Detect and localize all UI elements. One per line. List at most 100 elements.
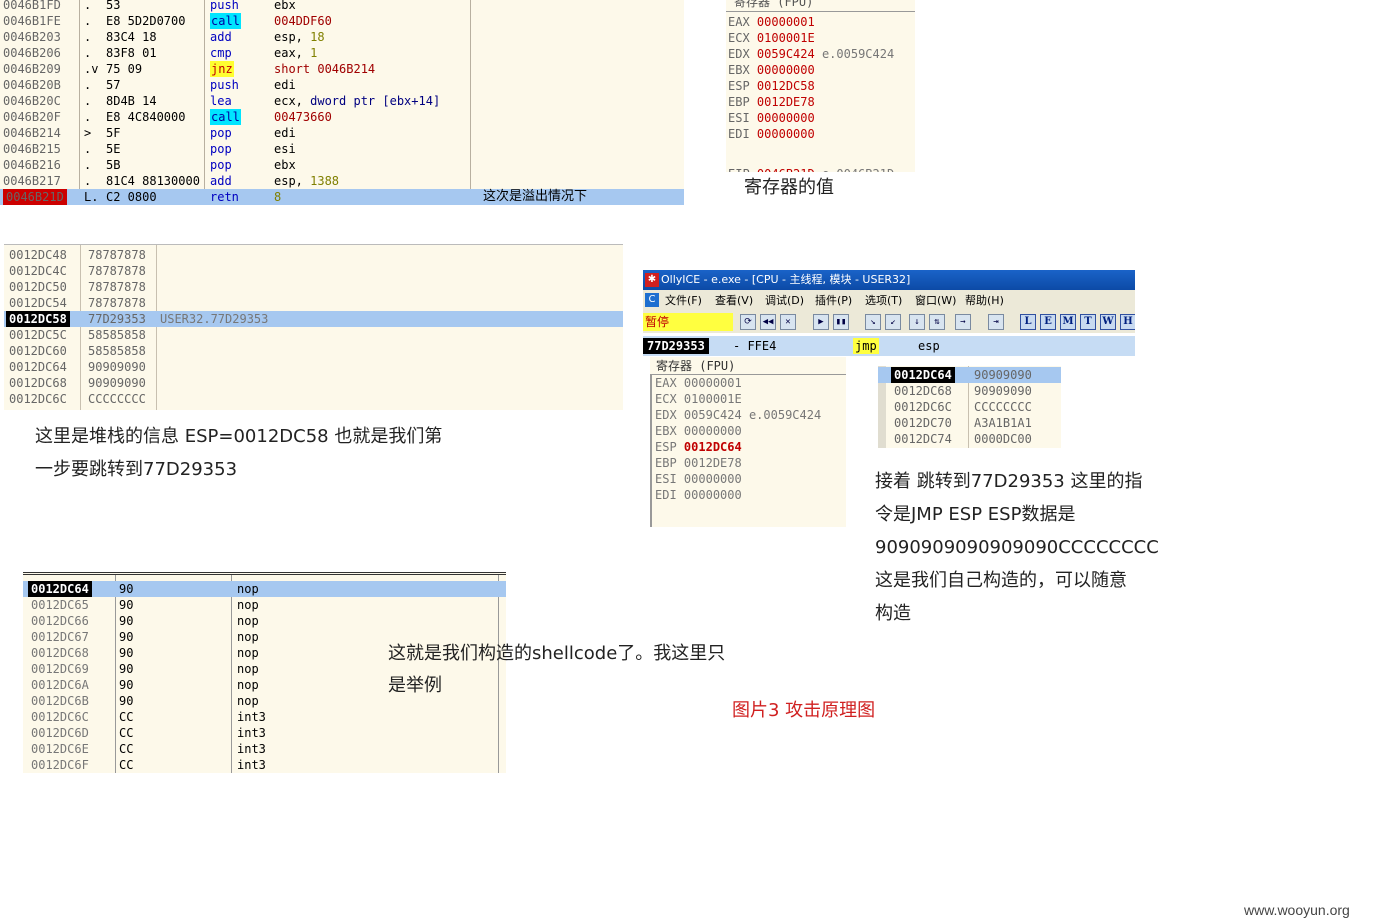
disasm-row[interactable]: 0046B209 .v 75 09 jnz short 0046B214 <box>0 61 684 77</box>
register-row-ecx[interactable]: ECX 0100001E <box>728 30 815 46</box>
fpu-row-ebp[interactable]: EBP 0012DE78 <box>655 455 742 471</box>
stack-value: 0000DC00 <box>974 432 1032 446</box>
step-over-icon[interactable]: ↙ <box>885 314 901 330</box>
mini-stack-row[interactable]: 0012DC64 90909090 <box>878 367 1061 383</box>
register-value: 0059C424 <box>683 408 742 422</box>
shellcode-row[interactable]: 0012DC65 90 nop <box>23 597 506 613</box>
pause-icon[interactable]: ▮▮ <box>833 314 849 330</box>
disasm-mnemonic: pop <box>210 158 232 172</box>
close-icon[interactable]: ✕ <box>780 314 796 330</box>
shellcode-row[interactable]: 0012DC6C CC int3 <box>23 709 506 725</box>
register-row-ebp[interactable]: EBP 0012DE78 <box>728 94 815 110</box>
mini-stack-panel: 0012DC64 90909090 0012DC68 90909090 0012DC6C… <box>878 366 1061 448</box>
stack-row[interactable]: 0012DC4C 78787878 <box>4 263 623 279</box>
menu-item-2[interactable]: 调试(D) <box>765 290 804 311</box>
register-row-edi[interactable]: EDI 00000000 <box>728 126 815 142</box>
disasm-row[interactable]: 0046B1FE. E8 5D2D0700 call 004DDF60 <box>0 13 684 29</box>
mini-stack-row[interactable]: 0012DC70 A3A1B1A1 <box>878 415 1061 431</box>
shellcode-row[interactable]: 0012DC6E CC int3 <box>23 741 506 757</box>
window-button-e[interactable]: E <box>1040 314 1056 330</box>
window-button-h[interactable]: H <box>1120 314 1135 330</box>
menu-item-3[interactable]: 插件(P) <box>815 290 852 311</box>
menu-item-0[interactable]: 文件(F) <box>665 290 702 311</box>
shell-hex: CC <box>119 710 134 724</box>
stack-row[interactable]: 0012DC50 78787878 <box>4 279 623 295</box>
fpu-row-esp[interactable]: ESP 0012DC64 <box>655 439 742 455</box>
register-row-edx[interactable]: EDX 0059C424 e.0059C424 <box>728 46 894 62</box>
fpu-row-edi[interactable]: EDI 00000000 <box>655 487 742 503</box>
menu-item-6[interactable]: 帮助(H) <box>965 290 1004 311</box>
shell-hex: CC <box>119 758 134 772</box>
register-name: ESI <box>728 111 750 125</box>
register-row-ebx[interactable]: EBX 00000000 <box>728 62 815 78</box>
stack-row[interactable]: 0012DC64 90909090 <box>4 359 623 375</box>
register-row-eax[interactable]: EAX 00000001 <box>728 14 815 30</box>
shellcode-row[interactable]: 0012DC6F CC int3 <box>23 757 506 773</box>
mini-stack-row[interactable]: 0012DC68 90909090 <box>878 383 1061 399</box>
stack-row[interactable]: 0012DC60 58585858 <box>4 343 623 359</box>
disasm-row[interactable]: 0046B20B. 57 push edi <box>0 77 684 93</box>
register-row-esp[interactable]: ESP 0012DC58 <box>728 78 815 94</box>
fpu-header: 寄存器 (FPU) <box>650 357 846 375</box>
run-icon[interactable]: ▶ <box>813 314 829 330</box>
stack-row[interactable]: 0012DC68 90909090 <box>4 375 623 391</box>
trace-into-icon[interactable]: ↓ <box>909 314 925 330</box>
disasm-row[interactable]: 0046B20F. E8 4C840000 call 00473660 <box>0 109 684 125</box>
shellcode-row[interactable]: 0012DC64 90 nop <box>23 581 506 597</box>
fpu-row-edx[interactable]: EDX 0059C424 e.0059C424 <box>655 407 821 423</box>
disasm-row[interactable]: 0046B214 >5F pop edi <box>0 125 684 141</box>
step-into-icon[interactable]: ↘ <box>865 314 881 330</box>
mini-stack-row[interactable]: 0012DC6C CCCCCCCC <box>878 399 1061 415</box>
cpu-current-line[interactable]: 77D29353 - FFE4 jmp esp <box>643 336 1135 356</box>
window-button-m[interactable]: M <box>1060 314 1076 330</box>
disasm-operand: ebx <box>274 157 296 173</box>
shell-hex: CC <box>119 726 134 740</box>
fpu-row-esi[interactable]: ESI 00000000 <box>655 471 742 487</box>
stack-row[interactable]: 0012DC48 78787878 <box>4 247 623 263</box>
rewind-icon[interactable]: ◀◀ <box>760 314 776 330</box>
disasm-row[interactable]: 0046B216. 5B pop ebx <box>0 157 684 173</box>
disasm-row[interactable]: 0046B203. 83C4 18 add esp, 18 <box>0 29 684 45</box>
mini-stack-row[interactable]: 0012DC74 0000DC00 <box>878 431 1061 447</box>
disasm-row[interactable]: 0046B217. 81C4 88130000 add esp, 1388 <box>0 173 684 189</box>
menu-item-1[interactable]: 查看(V) <box>715 290 753 311</box>
disasm-row[interactable]: 0046B1FD. 53 push ebx <box>0 0 684 13</box>
stack-value: 90909090 <box>88 360 146 374</box>
stack-row[interactable]: 0012DC58 77D29353 USER32.77D29353 <box>4 311 623 327</box>
register-value: 00000001 <box>683 376 742 390</box>
menu-item-4[interactable]: 选项(T) <box>865 290 902 311</box>
disasm-row[interactable]: 0046B206. 83F8 01 cmp eax, 1 <box>0 45 684 61</box>
menu-bar: C 文件(F) 查看(V) 调试(D) 插件(P) 选项(T) 窗口(W) 帮助(H) <box>643 290 1135 311</box>
register-name: ESP <box>655 440 677 454</box>
menu-item-5[interactable]: 窗口(W) <box>915 290 956 311</box>
fpu-row-ecx[interactable]: ECX 0100001E <box>655 391 742 407</box>
trace-over-icon[interactable]: ⇅ <box>929 314 945 330</box>
restart-icon[interactable]: ⟳ <box>740 314 756 330</box>
stack-row[interactable]: 0012DC6C CCCCCCCC <box>4 391 623 407</box>
register-name: EAX <box>728 15 750 29</box>
disasm-row[interactable]: 0046B20C. 8D4B 14 lea ecx, dword ptr [ebx+1… <box>0 93 684 109</box>
shellcode-row[interactable]: 0012DC66 90 nop <box>23 613 506 629</box>
disasm-address: 0046B206 <box>3 46 61 60</box>
register-row-esi[interactable]: ESI 00000000 <box>728 110 815 126</box>
fpu-row-ebx[interactable]: EBX 00000000 <box>655 423 742 439</box>
disasm-row[interactable]: 0046B21D L. C2 0800 retn 8 这次是溢出情况下 <box>0 189 684 205</box>
window-button-l[interactable]: L <box>1020 314 1036 330</box>
stack-row[interactable]: 0012DC54 78787878 <box>4 295 623 311</box>
execute-till-return-icon[interactable]: → <box>955 314 971 330</box>
shell-hex: 90 <box>119 646 134 660</box>
goto-icon[interactable]: ⇥ <box>988 314 1004 330</box>
stack-address: 0012DC64 <box>891 367 955 383</box>
fpu-row-eax[interactable]: EAX 00000001 <box>655 375 742 391</box>
disasm-branch-mark: . <box>84 78 92 92</box>
shell-hex: 90 <box>119 614 134 628</box>
operand-text: edi <box>274 126 296 140</box>
disasm-row[interactable]: 0046B215. 5E pop esi <box>0 141 684 157</box>
cpu-window-icon[interactable]: C <box>645 293 659 307</box>
disasm-address: 0046B216 <box>3 158 61 172</box>
window-button-w[interactable]: W <box>1100 314 1116 330</box>
window-button-t[interactable]: T <box>1080 314 1096 330</box>
register-value: 0012DE78 <box>756 95 815 109</box>
shellcode-row[interactable]: 0012DC6D CC int3 <box>23 725 506 741</box>
stack-row[interactable]: 0012DC5C 58585858 <box>4 327 623 343</box>
